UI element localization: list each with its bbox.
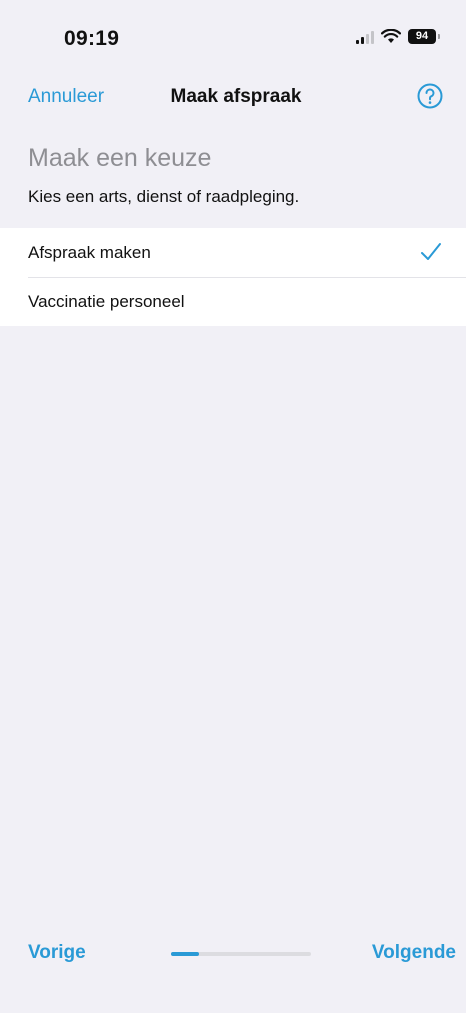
status-time: 09:19 [64,27,120,50]
choice-subtitle: Kies een arts, dienst of raadpleging. [28,187,300,206]
battery-icon: 94 [408,28,440,44]
option-vaccinatie-personeel[interactable]: Vaccinatie personeel [0,277,466,326]
wifi-icon [381,28,401,44]
progress-bar [171,952,311,956]
option-label: Vaccinatie personeel [28,291,185,311]
option-afspraak-maken[interactable]: Afspraak maken [0,228,466,277]
choice-title: Maak een keuze [28,144,212,172]
status-bar: 09:19 94 [0,0,466,70]
signal-icon [356,28,374,44]
help-circle-icon[interactable] [416,82,444,115]
appointment-screen: 09:19 94 Annuleer Maak afspraak Maak een… [0,0,466,1013]
battery-level: 94 [415,30,429,42]
option-list: Afspraak maken Vaccinatie personeel [0,228,466,326]
status-icons: 94 [356,28,440,44]
next-button[interactable]: Volgende [372,942,456,964]
bottom-toolbar: Vorige Volgende [0,930,466,980]
page-title: Maak afspraak [170,86,302,107]
option-label: Afspraak maken [28,242,151,262]
navigation-bar: Annuleer Maak afspraak [0,76,466,120]
previous-button[interactable]: Vorige [28,942,86,964]
progress-fill [171,952,199,956]
checkmark-icon [420,242,442,267]
